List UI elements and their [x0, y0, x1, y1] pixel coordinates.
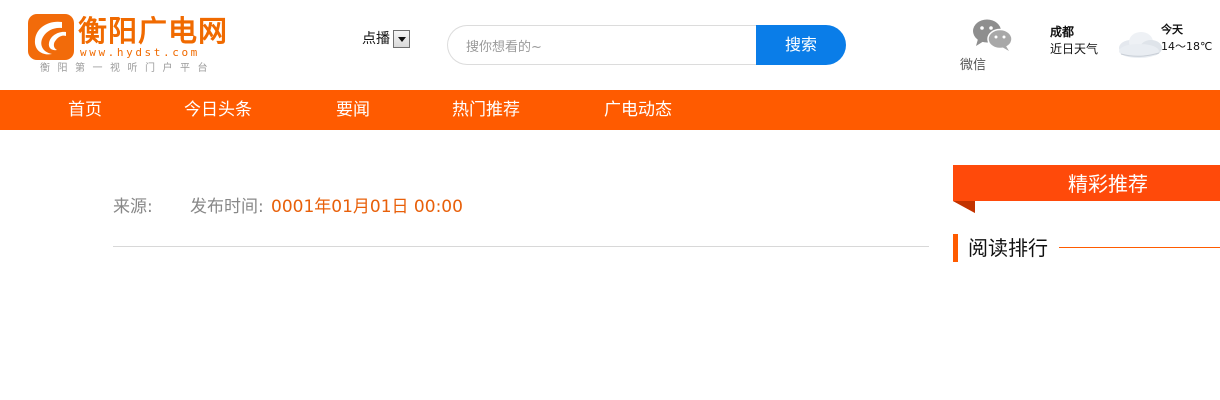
logo-url: www.hydst.com	[80, 46, 200, 59]
wechat-link[interactable]: 微信	[958, 18, 1014, 78]
search-bar: 搜索	[447, 25, 846, 65]
recommend-title: 精彩推荐	[1068, 172, 1148, 196]
vod-dropdown[interactable]: 点播	[362, 29, 410, 49]
weather-temperature: 14～18℃	[1161, 40, 1213, 53]
cloudy-icon	[1119, 32, 1162, 58]
ranking-divider	[1059, 247, 1220, 248]
search-input[interactable]	[447, 25, 767, 65]
site-logo[interactable]: 衡阳广电网 www.hydst.com 衡阳第一视听门户平台	[28, 14, 228, 78]
weather-city: 成都	[1050, 25, 1075, 39]
logo-mark-icon	[28, 14, 74, 60]
ranking-title: 阅读排行	[968, 236, 1048, 260]
nav-item-news[interactable]: 要闻	[336, 90, 370, 130]
main-nav: 首页 今日头条 要闻 热门推荐 广电动态	[0, 90, 1220, 130]
chevron-down-icon[interactable]	[393, 30, 410, 48]
ranking-accent-bar	[953, 234, 958, 262]
logo-slogan: 衡阳第一视听门户平台	[40, 63, 215, 74]
logo-name: 衡阳广电网	[78, 14, 229, 48]
wechat-icon	[973, 19, 1013, 51]
publish-time-label: 发布时间:	[190, 197, 264, 217]
nav-item-updates[interactable]: 广电动态	[604, 90, 672, 130]
vod-label: 点播	[362, 31, 390, 47]
nav-item-headlines[interactable]: 今日头条	[184, 90, 252, 130]
site-header: 衡阳广电网 www.hydst.com 衡阳第一视听门户平台 点播 搜索 微信 …	[0, 0, 1220, 90]
search-button[interactable]: 搜索	[756, 25, 846, 65]
nav-item-recommended[interactable]: 热门推荐	[452, 90, 520, 130]
wechat-label: 微信	[960, 58, 987, 73]
nav-item-home[interactable]: 首页	[68, 90, 102, 130]
weather-today-label: 今天	[1161, 23, 1183, 36]
source-label: 来源:	[113, 197, 153, 217]
publish-time-value: 0001年01月01日 00:00	[271, 197, 463, 217]
weather-subtitle: 近日天气	[1050, 42, 1099, 56]
article-divider	[113, 246, 929, 247]
